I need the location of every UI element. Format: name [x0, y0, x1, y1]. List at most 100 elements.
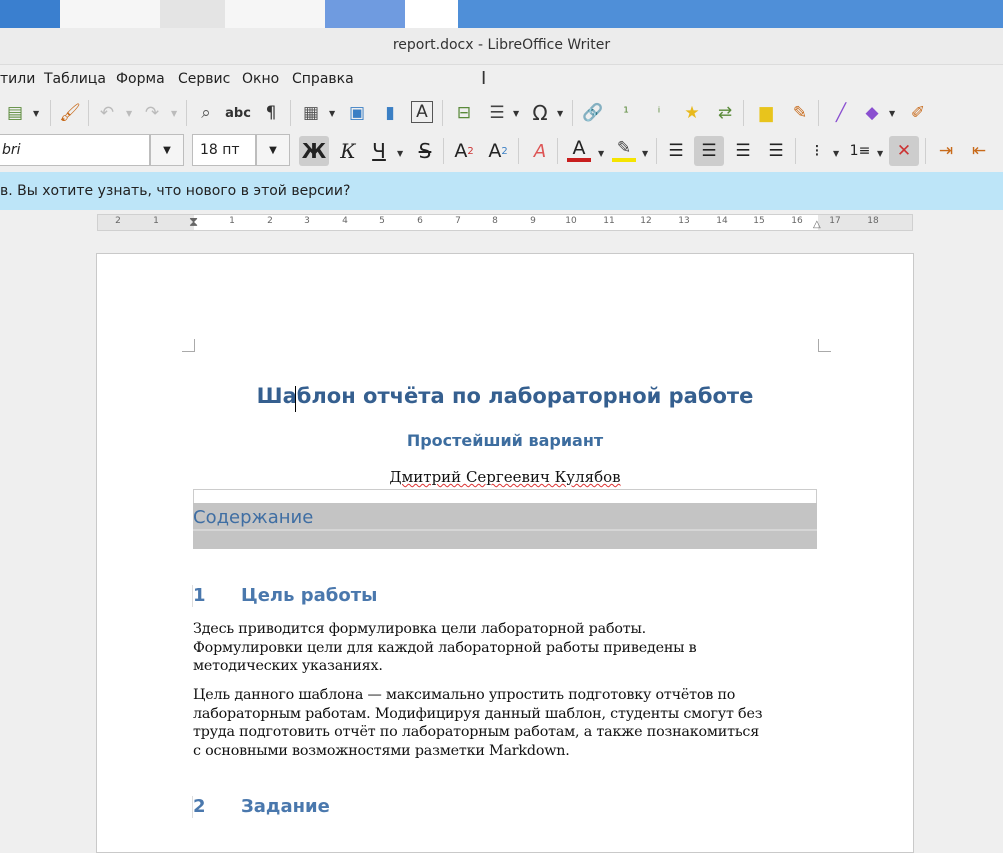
align-left-icon[interactable]: ☰	[664, 139, 688, 163]
endnote-icon[interactable]: ⁱ	[647, 101, 671, 125]
section-number: 1	[193, 585, 206, 606]
indent-marker-icon[interactable]: ⧗	[189, 215, 198, 230]
clear-formatting-icon[interactable]: A	[528, 139, 552, 163]
font-color-dropdown-icon[interactable]: ▼	[598, 149, 604, 158]
find-replace-icon[interactable]: ⌕	[194, 101, 218, 125]
align-center-icon[interactable]: ☰	[694, 136, 724, 166]
special-character-dropdown-icon[interactable]: ▼	[557, 109, 563, 118]
section-heading-1[interactable]: 1 Цель работы	[193, 585, 493, 609]
highlight-color-icon[interactable]: ✎	[612, 138, 636, 162]
decrease-indent-icon[interactable]: ⇤	[967, 139, 991, 163]
menu-window[interactable]: Окно	[242, 71, 279, 87]
right-indent-marker-icon[interactable]: △	[813, 219, 821, 230]
align-right-icon[interactable]: ☰	[731, 139, 755, 163]
strikethrough-icon[interactable]: S	[413, 139, 437, 163]
footnote-icon[interactable]: ¹	[614, 101, 638, 125]
no-list-icon[interactable]: ✕	[889, 136, 919, 166]
background-window	[325, 0, 405, 28]
menu-form[interactable]: Форма	[116, 71, 165, 87]
font-size-value: 18 пт	[200, 142, 240, 158]
ruler-label: 10	[565, 216, 577, 226]
formatting-marks-icon[interactable]: ¶	[259, 101, 283, 125]
italic-icon[interactable]: К	[336, 139, 360, 163]
bold-icon[interactable]: Ж	[299, 136, 329, 166]
info-bar-text[interactable]: в. Вы хотите узнать, что нового в этой в…	[0, 183, 350, 199]
cross-reference-icon[interactable]: ⇄	[713, 101, 737, 125]
paragraph-2[interactable]: Цель данного шаблона — максимально упрос…	[193, 686, 813, 760]
toc-divider	[193, 529, 817, 531]
undo-dropdown-icon[interactable]: ▼	[126, 109, 132, 118]
document-subtitle[interactable]: Простейший вариант	[193, 431, 817, 450]
font-color-icon[interactable]: A	[567, 137, 591, 162]
increase-indent-icon[interactable]: ⇥	[934, 139, 958, 163]
table-of-contents[interactable]: Содержание	[193, 503, 817, 549]
document-page[interactable]	[96, 253, 914, 853]
ordered-list-dropdown-icon[interactable]: ▼	[877, 149, 883, 158]
underline-icon[interactable]: Ч	[367, 139, 391, 163]
ruler-label: 12	[640, 216, 652, 226]
font-name-box[interactable]: bri	[0, 134, 150, 166]
document-title[interactable]: Шаблон отчёта по лабораторной работе	[193, 384, 817, 408]
document-author[interactable]: Дмитрий Сергеевич Кулябов	[193, 468, 817, 486]
separator	[656, 138, 657, 164]
insert-page-break-icon[interactable]: ⊟	[452, 101, 476, 125]
ruler-label: 14	[716, 216, 728, 226]
unordered-list-icon[interactable]: ⁝	[805, 139, 829, 163]
insert-image-icon[interactable]: ▣	[345, 101, 369, 125]
margin-corner	[182, 339, 195, 352]
redo-icon[interactable]: ↷	[140, 101, 164, 125]
unordered-list-dropdown-icon[interactable]: ▼	[833, 149, 839, 158]
special-character-icon[interactable]: Ω	[528, 101, 552, 125]
author-text: Дмитрий Сергеевич Кулябов	[389, 468, 621, 486]
track-changes-icon[interactable]: ✎	[788, 101, 812, 125]
ordered-list-icon[interactable]: 1≡	[848, 139, 872, 163]
hyperlink-icon[interactable]: 🔗	[581, 101, 605, 125]
font-name-dropdown-icon[interactable]: ▼	[150, 134, 184, 166]
comment-icon[interactable]: ▆	[754, 101, 778, 125]
paste-dropdown-icon[interactable]: ▼	[33, 109, 39, 118]
ruler-label: 3	[304, 216, 310, 226]
underline-dropdown-icon[interactable]: ▼	[397, 149, 403, 158]
paragraph-1[interactable]: Здесь приводится формулировка цели лабор…	[193, 620, 813, 676]
bookmark-icon[interactable]: ★	[680, 101, 704, 125]
paste-icon[interactable]: ▤	[3, 101, 27, 125]
menu-table[interactable]: Таблица	[44, 71, 106, 87]
section-heading-2[interactable]: 2 Задание	[193, 796, 493, 820]
ruler-label: 18	[867, 216, 879, 226]
spelling-icon[interactable]: abc	[225, 101, 251, 125]
table-dropdown-icon[interactable]: ▼	[329, 109, 335, 118]
standard-toolbar: ▤ ▼ 🖌 ↶ ▼ ↷ ▼ ⌕ abc ¶ ▦ ▼ ▣ ▮ A ⊟ ☰ ▼ Ω …	[0, 94, 1003, 132]
subscript-icon[interactable]: A2	[486, 139, 510, 163]
horizontal-ruler[interactable]: 2 1 ⧗ 1 2 3 4 5 6 7 8 9 10 11 12 13 14 1…	[97, 214, 913, 231]
background-window	[405, 0, 458, 28]
draw-functions-icon[interactable]: ✐	[906, 101, 930, 125]
clone-formatting-icon[interactable]: 🖌	[58, 101, 82, 125]
align-justify-icon[interactable]: ☰	[764, 139, 788, 163]
insert-table-icon[interactable]: ▦	[299, 101, 323, 125]
insert-chart-icon[interactable]: ▮	[378, 101, 402, 125]
separator	[557, 138, 558, 164]
redo-dropdown-icon[interactable]: ▼	[171, 109, 177, 118]
superscript-icon[interactable]: A2	[452, 139, 476, 163]
paragraph-line: Формулировки цели для каждой лабораторно…	[193, 639, 697, 656]
undo-icon[interactable]: ↶	[95, 101, 119, 125]
insert-textbox-icon[interactable]: A	[411, 101, 433, 123]
field-dropdown-icon[interactable]: ▼	[513, 109, 519, 118]
ruler-label: 2	[115, 216, 121, 226]
font-size-box[interactable]: 18 пт	[192, 134, 256, 166]
separator	[442, 100, 443, 126]
separator	[925, 138, 926, 164]
line-icon[interactable]: ╱	[829, 101, 853, 125]
menu-tools[interactable]: Сервис	[178, 71, 230, 87]
background-window-part	[160, 0, 225, 28]
highlight-dropdown-icon[interactable]: ▼	[642, 149, 648, 158]
menu-styles[interactable]: тили	[0, 71, 35, 87]
insert-field-icon[interactable]: ☰	[485, 101, 509, 125]
basic-shapes-icon[interactable]: ◆	[860, 101, 884, 125]
desktop-background	[0, 0, 1003, 28]
font-size-dropdown-icon[interactable]: ▼	[256, 134, 290, 166]
shapes-dropdown-icon[interactable]: ▼	[889, 109, 895, 118]
ruler-label: 17	[829, 216, 841, 226]
menu-help[interactable]: Справка	[292, 71, 354, 87]
ruler-label: 11	[603, 216, 615, 226]
